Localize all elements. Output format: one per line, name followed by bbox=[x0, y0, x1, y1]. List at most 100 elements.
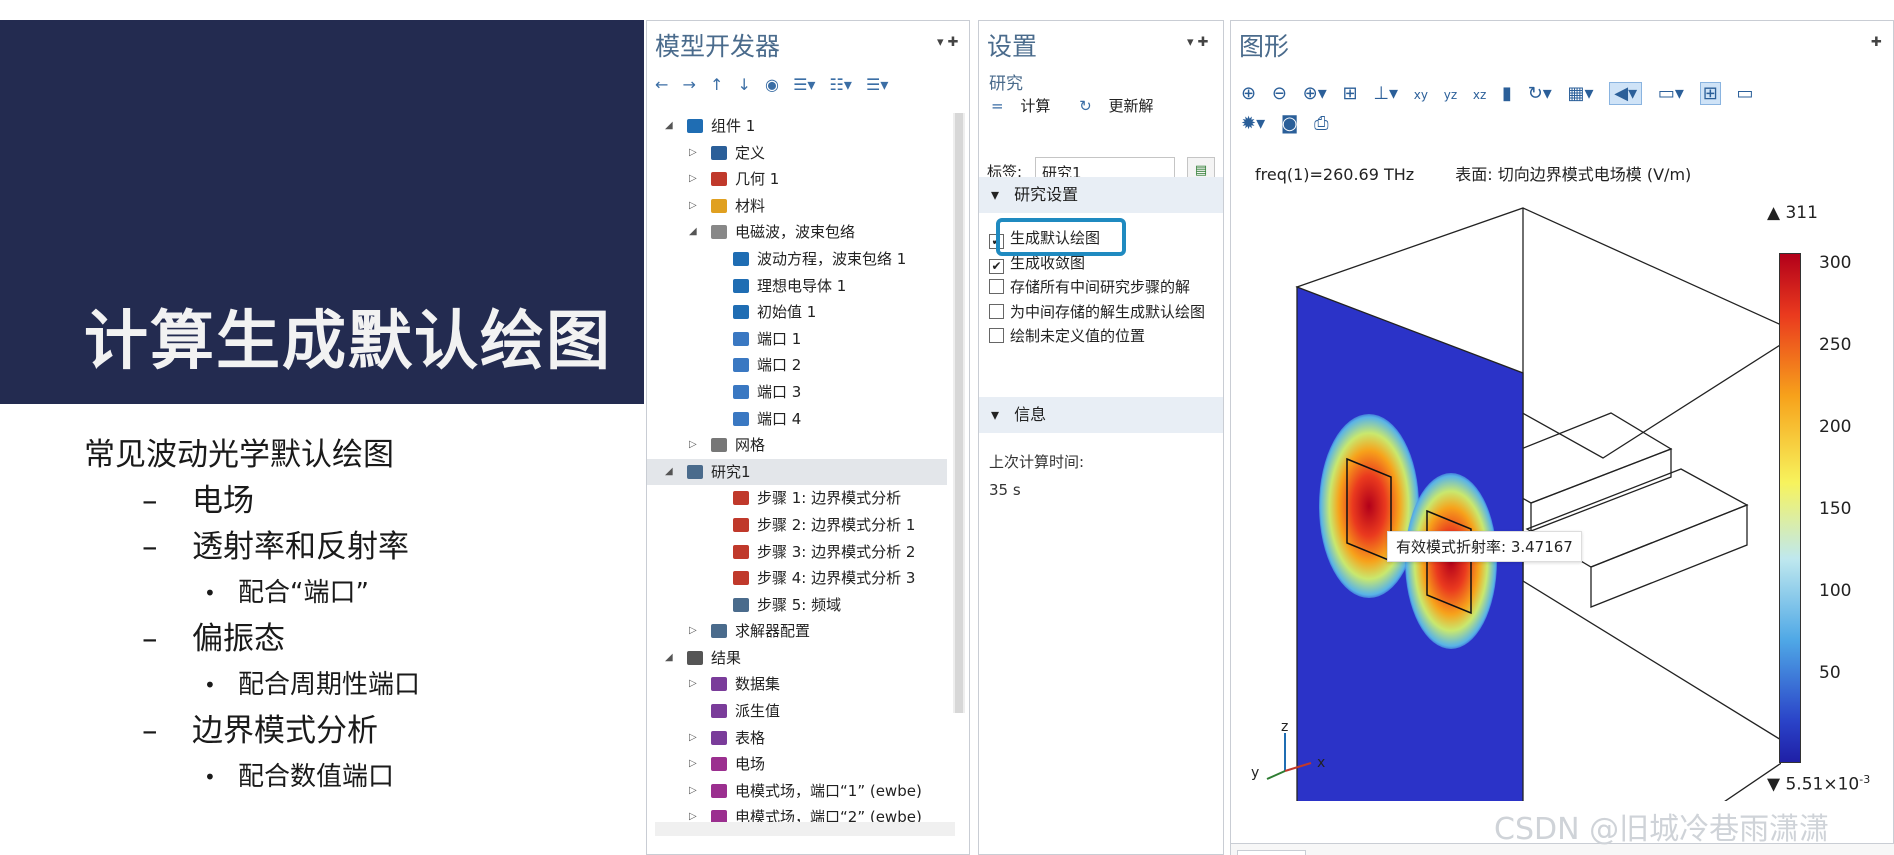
select-icon[interactable]: ▦▾ bbox=[1568, 83, 1594, 104]
tree-item[interactable]: 步骤 3: 边界模式分析 2 bbox=[647, 539, 947, 566]
tree-item[interactable]: 步骤 4: 边界模式分析 3 bbox=[647, 565, 947, 592]
back-icon[interactable]: ← bbox=[655, 75, 668, 94]
definitions-icon bbox=[711, 145, 727, 160]
tree-item-label: 求解器配置 bbox=[735, 622, 811, 641]
collapsed-arrow-icon[interactable]: ▷ bbox=[689, 671, 699, 698]
bullet-item: 偏振态 bbox=[84, 616, 420, 662]
tree-item[interactable]: 初始值 1 bbox=[647, 299, 947, 326]
panel-pin-icon[interactable]: ▾ ✚ bbox=[937, 35, 959, 50]
tree-item[interactable]: 派生值 bbox=[647, 698, 947, 725]
expanded-arrow-icon[interactable]: ◢ bbox=[665, 113, 675, 140]
tree-item[interactable]: ▷ 材料 bbox=[647, 193, 947, 220]
grid-icon[interactable]: ⊞ bbox=[1699, 82, 1721, 105]
checkbox-unchecked[interactable] bbox=[989, 279, 1004, 294]
legend-tick: 100 bbox=[1819, 581, 1852, 601]
tree-item[interactable]: 步骤 1: 边界模式分析 bbox=[647, 485, 947, 512]
tree-item[interactable]: ◢ 电磁波，波束包络 bbox=[647, 219, 947, 246]
study-settings-section[interactable]: ▾ 研究设置 bbox=[979, 177, 1223, 213]
zoom-in-icon[interactable]: ⊕ bbox=[1241, 83, 1256, 104]
zoom-extents-icon[interactable]: ⊞ bbox=[1343, 83, 1358, 104]
scroll-thumb[interactable] bbox=[955, 113, 963, 713]
move-down-icon[interactable]: ↓ bbox=[738, 75, 751, 94]
tree-item[interactable]: ▷ 求解器配置 bbox=[647, 618, 947, 645]
move-up-icon[interactable]: ↑ bbox=[710, 75, 723, 94]
legend-tick: 150 bbox=[1819, 499, 1852, 519]
tree-scrollbar[interactable] bbox=[953, 113, 965, 713]
tree-item[interactable]: ▷ 电场 bbox=[647, 751, 947, 778]
legend-tick: 50 bbox=[1819, 663, 1841, 683]
expanded-arrow-icon[interactable]: ◢ bbox=[665, 459, 675, 486]
collapsed-arrow-icon[interactable]: ▷ bbox=[689, 725, 699, 752]
bullet-item: 边界模式分析 bbox=[84, 708, 420, 754]
datasets-icon bbox=[711, 677, 727, 692]
collapsed-arrow-icon[interactable]: ▷ bbox=[689, 618, 699, 645]
tab-messages[interactable]: 消息 × bbox=[1237, 850, 1307, 855]
tree-item[interactable]: ◢ 组件 1 bbox=[647, 113, 947, 140]
tree-item[interactable]: 端口 3 bbox=[647, 379, 947, 406]
panel-pin-icon[interactable]: ▾ ✚ bbox=[1187, 35, 1209, 50]
expand-icon[interactable]: ☰▾ bbox=[793, 75, 815, 94]
tree-item-label: 几何 1 bbox=[735, 170, 780, 189]
camera-icon[interactable]: ◙ bbox=[1281, 113, 1298, 134]
tree-item[interactable]: 端口 1 bbox=[647, 326, 947, 353]
collapsed-arrow-icon[interactable]: ▷ bbox=[689, 751, 699, 778]
print-icon[interactable]: ⎙ bbox=[1314, 113, 1328, 134]
checkbox-row[interactable]: 存储所有中间研究步骤的解 bbox=[989, 276, 1190, 297]
panel-title: 设置 bbox=[987, 32, 1038, 61]
checkbox-unchecked[interactable] bbox=[989, 328, 1004, 343]
checkbox-checked[interactable]: ✔ bbox=[989, 258, 1004, 274]
tree-item[interactable]: 理想电导体 1 bbox=[647, 273, 947, 300]
display-icon[interactable]: ▭ bbox=[1737, 83, 1754, 104]
collapsed-arrow-icon[interactable]: ▷ bbox=[689, 432, 699, 459]
forward-icon[interactable]: → bbox=[683, 75, 696, 94]
collapsed-arrow-icon[interactable]: ▷ bbox=[689, 140, 699, 167]
axis-orientation-icon[interactable]: ⊥▾ bbox=[1373, 83, 1398, 104]
checkbox-unchecked[interactable] bbox=[989, 303, 1004, 319]
show-icon[interactable]: ◉ bbox=[765, 75, 779, 94]
collapsed-arrow-icon[interactable]: ▷ bbox=[689, 778, 699, 805]
watermark: CSDN @旧城冷巷雨潇潇 bbox=[1494, 812, 1830, 847]
panel-pin-icon[interactable]: ✚ bbox=[1871, 35, 1882, 50]
zoom-out-icon[interactable]: ⊖ bbox=[1272, 83, 1287, 104]
tree-item[interactable]: ◢ 研究1 bbox=[647, 458, 947, 486]
yz-view-icon[interactable]: yz bbox=[1444, 88, 1457, 102]
tree-h-scrollbar[interactable] bbox=[655, 822, 955, 836]
tree-item[interactable]: ▷ 表格 bbox=[647, 725, 947, 752]
tree-item[interactable]: 步骤 5: 频域 bbox=[647, 592, 947, 619]
settings-actions: = 计算 ↻ 更新解 bbox=[991, 95, 1178, 116]
xz-view-icon[interactable]: xz bbox=[1473, 88, 1486, 102]
results-icon bbox=[687, 650, 703, 665]
rotate-icon[interactable]: ↻▾ bbox=[1528, 83, 1552, 104]
info-section[interactable]: ▾ 信息 bbox=[979, 397, 1223, 433]
more-icon[interactable]: ☰▾ bbox=[866, 75, 888, 94]
checkbox-row[interactable]: 绘制未定义值的位置 bbox=[989, 325, 1145, 346]
collapsed-arrow-icon[interactable]: ▷ bbox=[689, 193, 699, 220]
tab-log[interactable]: 日志 bbox=[1371, 850, 1421, 855]
tree-item[interactable]: ▷ 几何 1 bbox=[647, 166, 947, 193]
zoom-box-icon[interactable]: ⊕▾ bbox=[1303, 83, 1327, 104]
wireframe-icon[interactable]: ▭▾ bbox=[1658, 83, 1684, 104]
xy-view-icon[interactable]: xy bbox=[1414, 88, 1428, 102]
tree-item[interactable]: 步骤 2: 边界模式分析 1 bbox=[647, 512, 947, 539]
update-solution-button[interactable]: ↻ 更新解 bbox=[1079, 97, 1165, 115]
checkbox-row[interactable]: 为中间存储的解生成默认绘图 bbox=[989, 301, 1205, 322]
tree-item[interactable]: ◢ 结果 bbox=[647, 645, 947, 672]
tree-item-label: 端口 4 bbox=[757, 409, 802, 428]
tree-item[interactable]: 端口 4 bbox=[647, 406, 947, 433]
tab-progress[interactable]: 进度 bbox=[1313, 850, 1363, 855]
collapsed-arrow-icon[interactable]: ▷ bbox=[689, 166, 699, 193]
tree-item[interactable]: ▷ 定义 bbox=[647, 140, 947, 167]
expanded-arrow-icon[interactable]: ◢ bbox=[665, 645, 675, 672]
tree-item[interactable]: ▷ 电模式场，端口“1” (ewbe) bbox=[647, 778, 947, 805]
scene-light-icon[interactable]: ✹▾ bbox=[1241, 113, 1265, 134]
expanded-arrow-icon[interactable]: ◢ bbox=[689, 219, 699, 246]
collapse-icon[interactable]: ☷▾ bbox=[830, 75, 852, 94]
toggle-view-icon[interactable]: ▮ bbox=[1502, 83, 1512, 104]
tree-item[interactable]: ▷ 数据集 bbox=[647, 671, 947, 698]
tree-item[interactable]: ▷ 网格 bbox=[647, 432, 947, 459]
transparency-icon[interactable]: ◀▾ bbox=[1609, 82, 1643, 105]
tree-item[interactable]: 端口 2 bbox=[647, 352, 947, 379]
compute-button[interactable]: = 计算 bbox=[991, 97, 1062, 115]
tree-item[interactable]: 波动方程，波束包络 1 bbox=[647, 246, 947, 273]
plot-3d-canvas[interactable] bbox=[1261, 181, 1781, 801]
